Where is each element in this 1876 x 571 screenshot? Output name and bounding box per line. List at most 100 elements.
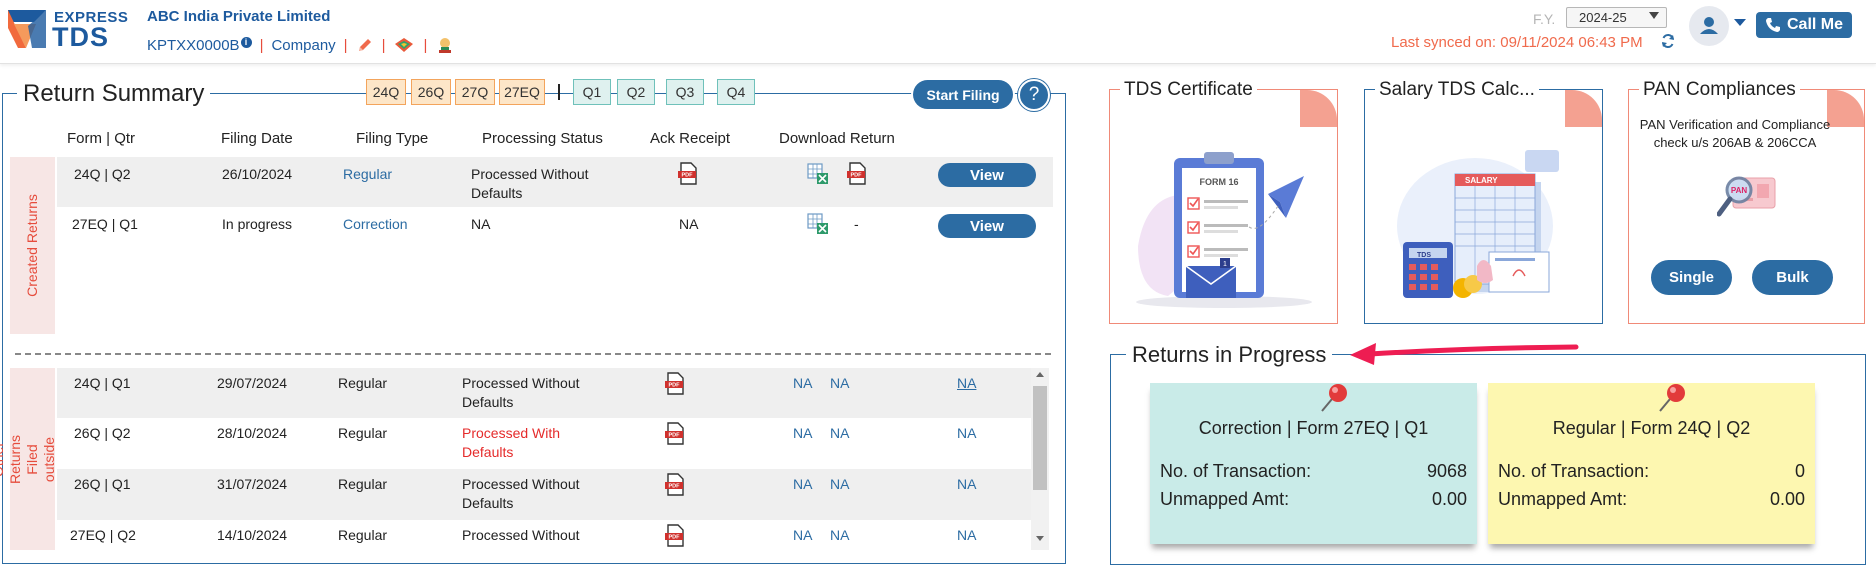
cell-na: NA bbox=[793, 375, 813, 391]
cell-date: 31/07/2024 bbox=[217, 476, 288, 492]
cell-status: Processed With Defaults bbox=[462, 425, 561, 460]
table-row: 26Q | Q1 31/07/2024 Regular Processed Wi… bbox=[57, 469, 1031, 520]
other-returns-label: Other Returns Filed outside ExpressTDS bbox=[0, 368, 74, 550]
separator: | bbox=[423, 36, 428, 54]
svg-text:PDF: PDF bbox=[669, 535, 681, 541]
pan-badge: PAN bbox=[1731, 186, 1748, 195]
top-header: EXPRESS TDS ABC India Private Limited KP… bbox=[0, 0, 1876, 64]
pdf-icon[interactable]: PDF bbox=[664, 372, 686, 396]
cell-na: NA bbox=[830, 425, 850, 441]
pan-bulk-button[interactable]: Bulk bbox=[1752, 260, 1833, 295]
arrow-annotation-icon bbox=[1350, 343, 1579, 365]
separator: | bbox=[259, 36, 264, 54]
note-unmapped-row: Unmapped Amt: 0.00 bbox=[1160, 489, 1467, 509]
note-transaction-row: No. of Transaction: 9068 bbox=[1160, 461, 1467, 481]
pdf-icon[interactable]: PDF bbox=[664, 422, 686, 446]
cell-date: 14/10/2024 bbox=[217, 527, 288, 543]
tab-qtr-q1[interactable]: Q1 bbox=[573, 79, 611, 105]
tds-calc-label: TDS bbox=[1417, 252, 1431, 259]
progress-note-regular[interactable]: Regular | Form 24Q | Q2 No. of Transacti… bbox=[1488, 383, 1815, 544]
note-title: Correction | Form 27EQ | Q1 bbox=[1198, 418, 1429, 438]
cell-form: 24Q | Q1 bbox=[74, 375, 131, 391]
fy-label: F.Y. bbox=[1533, 11, 1556, 27]
edit-icon[interactable] bbox=[356, 36, 374, 54]
excel-icon[interactable] bbox=[807, 213, 829, 235]
table-row: 27EQ | Q2 14/10/2024 Regular Processed W… bbox=[57, 520, 1031, 550]
tab-form-27eq[interactable]: 27EQ bbox=[499, 79, 545, 105]
section-divider bbox=[15, 353, 1051, 355]
tab-form-27q[interactable]: 27Q bbox=[455, 79, 495, 105]
entity-type: Company bbox=[271, 36, 336, 54]
cell-na: NA bbox=[793, 425, 813, 441]
pdf-icon[interactable]: PDF bbox=[664, 473, 686, 497]
column-header-filing-type: Filing Type bbox=[356, 130, 429, 147]
help-icon[interactable]: ? bbox=[1018, 79, 1050, 111]
user-menu-caret-icon[interactable] bbox=[1734, 19, 1746, 26]
info-icon[interactable]: i bbox=[240, 36, 252, 48]
view-button[interactable]: View bbox=[938, 214, 1036, 238]
scrollbar-thumb[interactable] bbox=[1033, 386, 1047, 490]
svg-text:PDF: PDF bbox=[669, 433, 681, 439]
column-header-download-return: Download Return bbox=[779, 130, 895, 147]
scroll-up-icon[interactable] bbox=[1036, 372, 1044, 377]
cell-na: NA bbox=[957, 476, 977, 492]
cell-na-link[interactable]: NA bbox=[957, 374, 976, 393]
scroll-down-icon[interactable] bbox=[1036, 536, 1044, 541]
cell-form: 27EQ | Q2 bbox=[70, 527, 136, 543]
cell-form: 27EQ | Q1 bbox=[72, 216, 138, 232]
form16-label: FORM 16 bbox=[1199, 177, 1238, 187]
svg-text:PDF: PDF bbox=[669, 484, 681, 490]
tab-qtr-q2[interactable]: Q2 bbox=[617, 79, 655, 105]
last-synced-text: Last synced on: 09/11/2024 06:43 PM bbox=[1391, 33, 1676, 51]
pdf-icon[interactable]: PDF bbox=[664, 524, 686, 548]
cell-type-link[interactable]: Regular bbox=[343, 165, 392, 184]
view-button[interactable]: View bbox=[938, 163, 1036, 187]
fy-select[interactable]: 2024-25 bbox=[1566, 7, 1667, 28]
svg-text:PDF: PDF bbox=[851, 173, 863, 179]
call-me-button[interactable]: Call Me bbox=[1756, 12, 1852, 38]
tds-certificate-title: TDS Certificate bbox=[1120, 79, 1257, 101]
table-row: 26Q | Q2 28/10/2024 Regular Processed Wi… bbox=[57, 418, 1031, 469]
cell-na: NA bbox=[830, 476, 850, 492]
company-details: KPTXX0000B i | Company | | | bbox=[147, 35, 455, 55]
cell-date: 29/07/2024 bbox=[217, 375, 288, 391]
user-avatar[interactable] bbox=[1689, 6, 1729, 46]
pan-compliances-title: PAN Compliances bbox=[1639, 79, 1800, 101]
pdf-icon[interactable]: PDF bbox=[677, 162, 699, 186]
tab-qtr-q4[interactable]: Q4 bbox=[717, 79, 755, 105]
excel-icon[interactable] bbox=[807, 163, 829, 185]
created-returns-label: Created Returns bbox=[10, 157, 55, 334]
cell-status: Processed Without bbox=[462, 527, 580, 543]
start-filing-button[interactable]: Start Filing bbox=[913, 80, 1013, 109]
tab-form-26q[interactable]: 26Q bbox=[411, 79, 451, 105]
returns-in-progress-title: Returns in Progress bbox=[1126, 342, 1333, 368]
refresh-icon[interactable] bbox=[1660, 33, 1676, 49]
tab-qtr-q3[interactable]: Q3 bbox=[666, 79, 704, 105]
user-icon bbox=[1700, 17, 1718, 34]
chevron-down-icon bbox=[1649, 12, 1659, 19]
cell-na: NA bbox=[957, 425, 977, 441]
svg-text:PDF: PDF bbox=[682, 173, 694, 179]
cell-type: Regular bbox=[338, 476, 388, 492]
column-header-form-qtr: Form | Qtr bbox=[67, 130, 136, 147]
pan-verification-icon: PAN bbox=[1717, 176, 1776, 217]
cell-form: 26Q | Q1 bbox=[74, 476, 131, 492]
express-tds-logo[interactable] bbox=[6, 8, 48, 50]
note-transaction-row: No. of Transaction: 0 bbox=[1498, 461, 1805, 481]
cell-na: NA bbox=[957, 527, 977, 543]
progress-note-correction[interactable]: Correction | Form 27EQ | Q1 No. of Trans… bbox=[1150, 383, 1477, 544]
pan-single-button[interactable]: Single bbox=[1651, 260, 1732, 295]
cell-na: NA bbox=[793, 527, 813, 543]
pdf-icon[interactable]: PDF bbox=[846, 162, 868, 186]
gst-icon[interactable] bbox=[393, 36, 415, 54]
return-summary-title: Return Summary bbox=[17, 80, 211, 108]
income-tax-emblem-icon[interactable] bbox=[435, 35, 455, 55]
cell-type: Regular bbox=[338, 375, 388, 391]
cell-type-link[interactable]: Correction bbox=[343, 215, 408, 234]
phone-icon bbox=[1765, 18, 1780, 32]
tab-form-24q[interactable]: 24Q bbox=[366, 79, 406, 105]
column-header-processing-status: Processing Status bbox=[482, 130, 603, 147]
salary-tds-calc-title: Salary TDS Calc... bbox=[1375, 79, 1539, 101]
cell-date: In progress bbox=[222, 216, 293, 232]
column-header-filing-date: Filing Date bbox=[221, 130, 293, 147]
